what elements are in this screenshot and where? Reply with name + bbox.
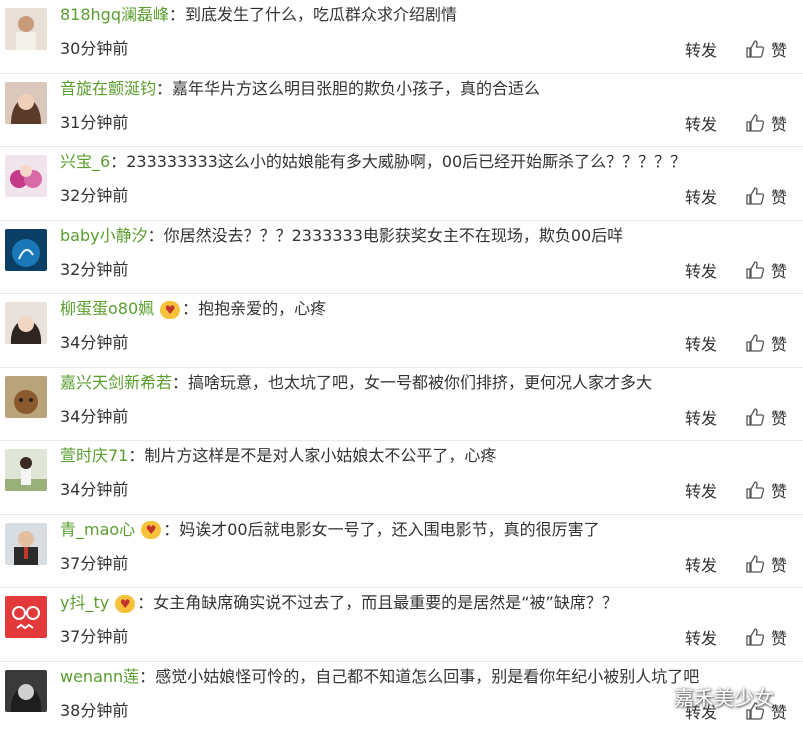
username-link[interactable]: 萱时庆71 — [60, 446, 128, 465]
repost-button[interactable]: 转发 — [685, 552, 717, 576]
like-button[interactable]: 赞 — [745, 478, 787, 502]
like-button[interactable]: 赞 — [745, 405, 787, 429]
avatar[interactable] — [5, 302, 47, 344]
timestamp: 31分钟前 — [60, 109, 793, 133]
watermark-text: 嘉禾美少女 — [674, 682, 774, 711]
thumbs-up-icon — [745, 480, 765, 500]
timestamp: 32分钟前 — [60, 256, 793, 280]
username-link[interactable]: 柳蛋蛋o80姵 — [60, 299, 154, 318]
like-button[interactable]: 赞 — [745, 258, 787, 282]
vip-badge-icon: ♥ — [141, 521, 161, 539]
avatar[interactable] — [5, 155, 47, 197]
timestamp: 37分钟前 — [60, 623, 793, 647]
like-button[interactable]: 赞 — [745, 625, 787, 649]
timestamp: 37分钟前 — [60, 550, 793, 574]
comment-text: 搞啥玩意，也太坑了吧，女一号都被你们排挤，更何况人家才多大 — [188, 373, 652, 392]
thumbs-up-icon — [745, 407, 765, 427]
watermark: 嘉禾美少女 — [640, 682, 774, 711]
comment-item: 柳蛋蛋o80姵♥：抱抱亲爱的，心疼 34分钟前 转发 赞 — [0, 294, 803, 368]
repost-button[interactable]: 转发 — [685, 405, 717, 429]
username-link[interactable]: y抖_ty — [60, 593, 109, 612]
wechat-icon — [640, 686, 666, 708]
comment-text: 233333333这么小的姑娘能有多大威胁啊，00后已经开始厮杀了么？？？？？ — [126, 152, 686, 171]
repost-button[interactable]: 转发 — [685, 625, 717, 649]
avatar[interactable] — [5, 596, 47, 638]
thumbs-up-icon — [745, 113, 765, 133]
thumbs-up-icon — [745, 554, 765, 574]
like-button[interactable]: 赞 — [745, 111, 787, 135]
like-label: 赞 — [771, 625, 787, 649]
like-button[interactable]: 赞 — [745, 331, 787, 355]
like-label: 赞 — [771, 405, 787, 429]
like-button[interactable]: 赞 — [745, 184, 787, 208]
username-link[interactable]: 兴宝_6 — [60, 152, 110, 171]
repost-button[interactable]: 转发 — [685, 184, 717, 208]
timestamp: 30分钟前 — [60, 35, 793, 59]
avatar[interactable] — [5, 229, 47, 271]
repost-button[interactable]: 转发 — [685, 478, 717, 502]
comment-item: y抖_ty♥：女主角缺席确实说不过去了，而且最重要的是居然是“被”缺席？？ 37… — [0, 588, 803, 662]
comment-text: 嘉年华片方这么明目张胆的欺负小孩子，真的合适么 — [172, 79, 540, 98]
thumbs-up-icon — [745, 186, 765, 206]
vip-badge-icon: ♥ — [115, 595, 135, 613]
comment-text: 妈诶才00后就电影女一号了，还入围电影节，真的很厉害了 — [179, 520, 599, 539]
username-link[interactable]: 818hgq澜磊峰 — [60, 5, 169, 24]
thumbs-up-icon — [745, 260, 765, 280]
comment-item: 兴宝_6：233333333这么小的姑娘能有多大威胁啊，00后已经开始厮杀了么？… — [0, 147, 803, 221]
like-label: 赞 — [771, 478, 787, 502]
like-button[interactable]: 赞 — [745, 552, 787, 576]
avatar[interactable] — [5, 449, 47, 491]
like-label: 赞 — [771, 37, 787, 61]
avatar[interactable] — [5, 523, 47, 565]
avatar[interactable] — [5, 670, 47, 712]
username-link[interactable]: 嘉兴天剑新希若 — [60, 373, 172, 392]
timestamp: 32分钟前 — [60, 182, 793, 206]
like-label: 赞 — [771, 331, 787, 355]
vip-badge-icon: ♥ — [160, 301, 180, 319]
repost-button[interactable]: 转发 — [685, 111, 717, 135]
username-link[interactable]: 音旋在颤涎钧 — [60, 79, 156, 98]
comment-item: baby小静汐：你居然没去？？？2333333电影获奖女主不在现场，欺负00后咩… — [0, 221, 803, 295]
comment-text: 你居然没去？？？2333333电影获奖女主不在现场，欺负00后咩 — [164, 226, 624, 245]
comment-item: 青_mao心♥：妈诶才00后就电影女一号了，还入围电影节，真的很厉害了 37分钟… — [0, 515, 803, 589]
avatar[interactable] — [5, 376, 47, 418]
comment-item: 嘉兴天剑新希若：搞啥玩意，也太坑了吧，女一号都被你们排挤，更何况人家才多大 34… — [0, 368, 803, 442]
comment-item: 萱时庆71：制片方这样是不是对人家小姑娘太不公平了，心疼 34分钟前 转发 赞 — [0, 441, 803, 515]
comment-text: 抱抱亲爱的，心疼 — [198, 299, 326, 318]
comment-item: 音旋在颤涎钧：嘉年华片方这么明目张胆的欺负小孩子，真的合适么 31分钟前 转发 … — [0, 74, 803, 148]
username-link[interactable]: wenann莲 — [60, 667, 139, 686]
like-label: 赞 — [771, 258, 787, 282]
avatar[interactable] — [5, 8, 47, 50]
comment-text: 到底发生了什么，吃瓜群众求介绍剧情 — [185, 5, 457, 24]
username-link[interactable]: baby小静汐 — [60, 226, 148, 245]
thumbs-up-icon — [745, 333, 765, 353]
thumbs-up-icon — [745, 627, 765, 647]
avatar[interactable] — [5, 82, 47, 124]
timestamp: 34分钟前 — [60, 329, 793, 353]
comment-text: 女主角缺席确实说不过去了，而且最重要的是居然是“被”缺席？？ — [153, 593, 618, 612]
thumbs-up-icon — [745, 39, 765, 59]
comment-list: 818hgq澜磊峰：到底发生了什么，吃瓜群众求介绍剧情 30分钟前 转发 赞 音… — [0, 0, 803, 735]
like-label: 赞 — [771, 184, 787, 208]
comment-item: 818hgq澜磊峰：到底发生了什么，吃瓜群众求介绍剧情 30分钟前 转发 赞 — [0, 0, 803, 74]
timestamp: 34分钟前 — [60, 403, 793, 427]
comment-text: 感觉小姑娘怪可怜的，自己都不知道怎么回事，别是看你年纪小被别人坑了吧 — [155, 667, 699, 686]
like-label: 赞 — [771, 111, 787, 135]
repost-button[interactable]: 转发 — [685, 37, 717, 61]
timestamp: 34分钟前 — [60, 476, 793, 500]
comment-text: 制片方这样是不是对人家小姑娘太不公平了，心疼 — [144, 446, 496, 465]
like-label: 赞 — [771, 552, 787, 576]
repost-button[interactable]: 转发 — [685, 258, 717, 282]
like-button[interactable]: 赞 — [745, 37, 787, 61]
username-link[interactable]: 青_mao心 — [60, 520, 135, 539]
repost-button[interactable]: 转发 — [685, 331, 717, 355]
